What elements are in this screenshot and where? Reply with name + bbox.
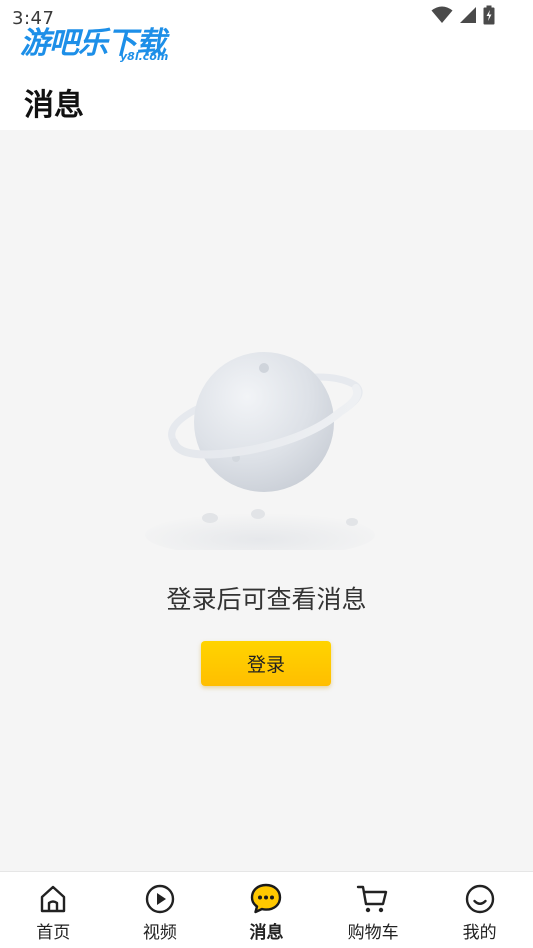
status-icons [431, 5, 495, 29]
nav-item-messages[interactable]: 消息 [213, 872, 320, 948]
nav-item-cart[interactable]: 购物车 [320, 872, 427, 948]
nav-label-cart: 购物车 [347, 923, 399, 943]
login-button[interactable]: 登录 [201, 641, 331, 686]
page-title: 消息 [24, 88, 84, 123]
message-bubble-icon [249, 882, 283, 916]
battery-charging-icon [483, 5, 495, 29]
nav-item-home[interactable]: 首页 [0, 872, 107, 948]
cell-signal-icon [459, 6, 477, 28]
home-icon [36, 882, 70, 916]
nav-label-profile: 我的 [462, 923, 497, 943]
empty-state: 登录后可查看消息 登录 [0, 130, 533, 871]
shopping-cart-icon [356, 882, 390, 916]
nav-label-video: 视频 [142, 923, 177, 943]
header: 消息 [0, 66, 533, 130]
nav-item-profile[interactable]: 我的 [426, 872, 533, 948]
nav-label-home: 首页 [36, 923, 71, 943]
smiley-face-icon [463, 882, 497, 916]
nav-label-messages: 消息 [249, 923, 284, 943]
nav-item-video[interactable]: 视频 [107, 872, 214, 948]
empty-state-message: 登录后可查看消息 [166, 585, 367, 614]
play-circle-icon [143, 882, 177, 916]
messages-screen: 3:47 游吧乐下载 y8l.com 消息 登录后可查看消息 登录 首页 视频 … [0, 0, 533, 948]
wifi-icon [431, 6, 453, 28]
watermark-logo: 游吧乐下载 y8l.com [20, 18, 190, 68]
bottom-nav: 首页 视频 消息 购物车 我的 [0, 871, 533, 948]
watermark-logo-domain: y8l.com [120, 50, 169, 63]
planet-illustration [140, 340, 390, 557]
